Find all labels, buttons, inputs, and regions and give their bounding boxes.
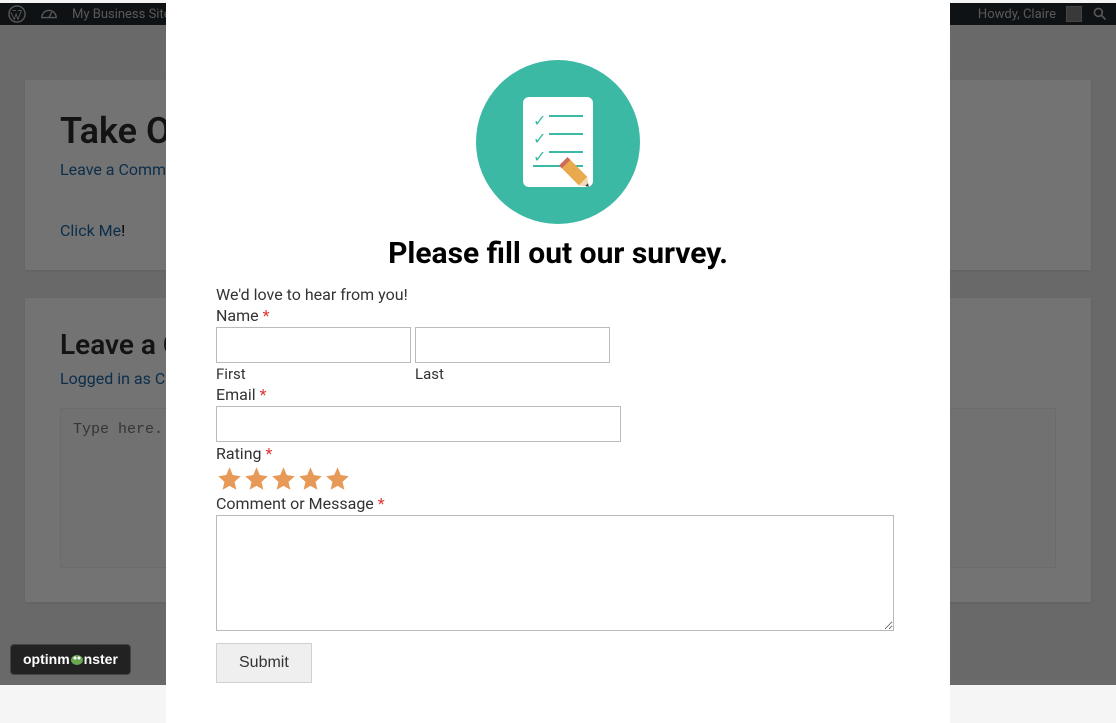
star-2[interactable] [243,465,270,492]
rating-stars [216,465,900,492]
submit-button[interactable]: Submit [216,643,312,683]
name-label: Name * [216,306,900,325]
optinmonster-badge[interactable]: optinm nster [10,644,131,675]
form-intro: We'd love to hear from you! [216,285,900,304]
message-textarea[interactable] [216,515,894,631]
star-3[interactable] [270,465,297,492]
rating-label: Rating * [216,444,900,463]
survey-title: Please fill out our survey. [216,236,900,271]
first-name-input[interactable] [216,327,411,363]
email-label: Email * [216,385,900,404]
last-name-input[interactable] [415,327,610,363]
first-sublabel: First [216,365,411,383]
comment-label: Comment or Message * [216,494,900,513]
star-5[interactable] [324,465,351,492]
email-input[interactable] [216,406,621,442]
star-4[interactable] [297,465,324,492]
survey-hero-icon: ✓ ✓ ✓ [216,60,900,224]
survey-modal: ✓ ✓ ✓ Please fill out our survey. We'd l… [166,0,950,723]
last-sublabel: Last [415,365,610,383]
star-1[interactable] [216,465,243,492]
